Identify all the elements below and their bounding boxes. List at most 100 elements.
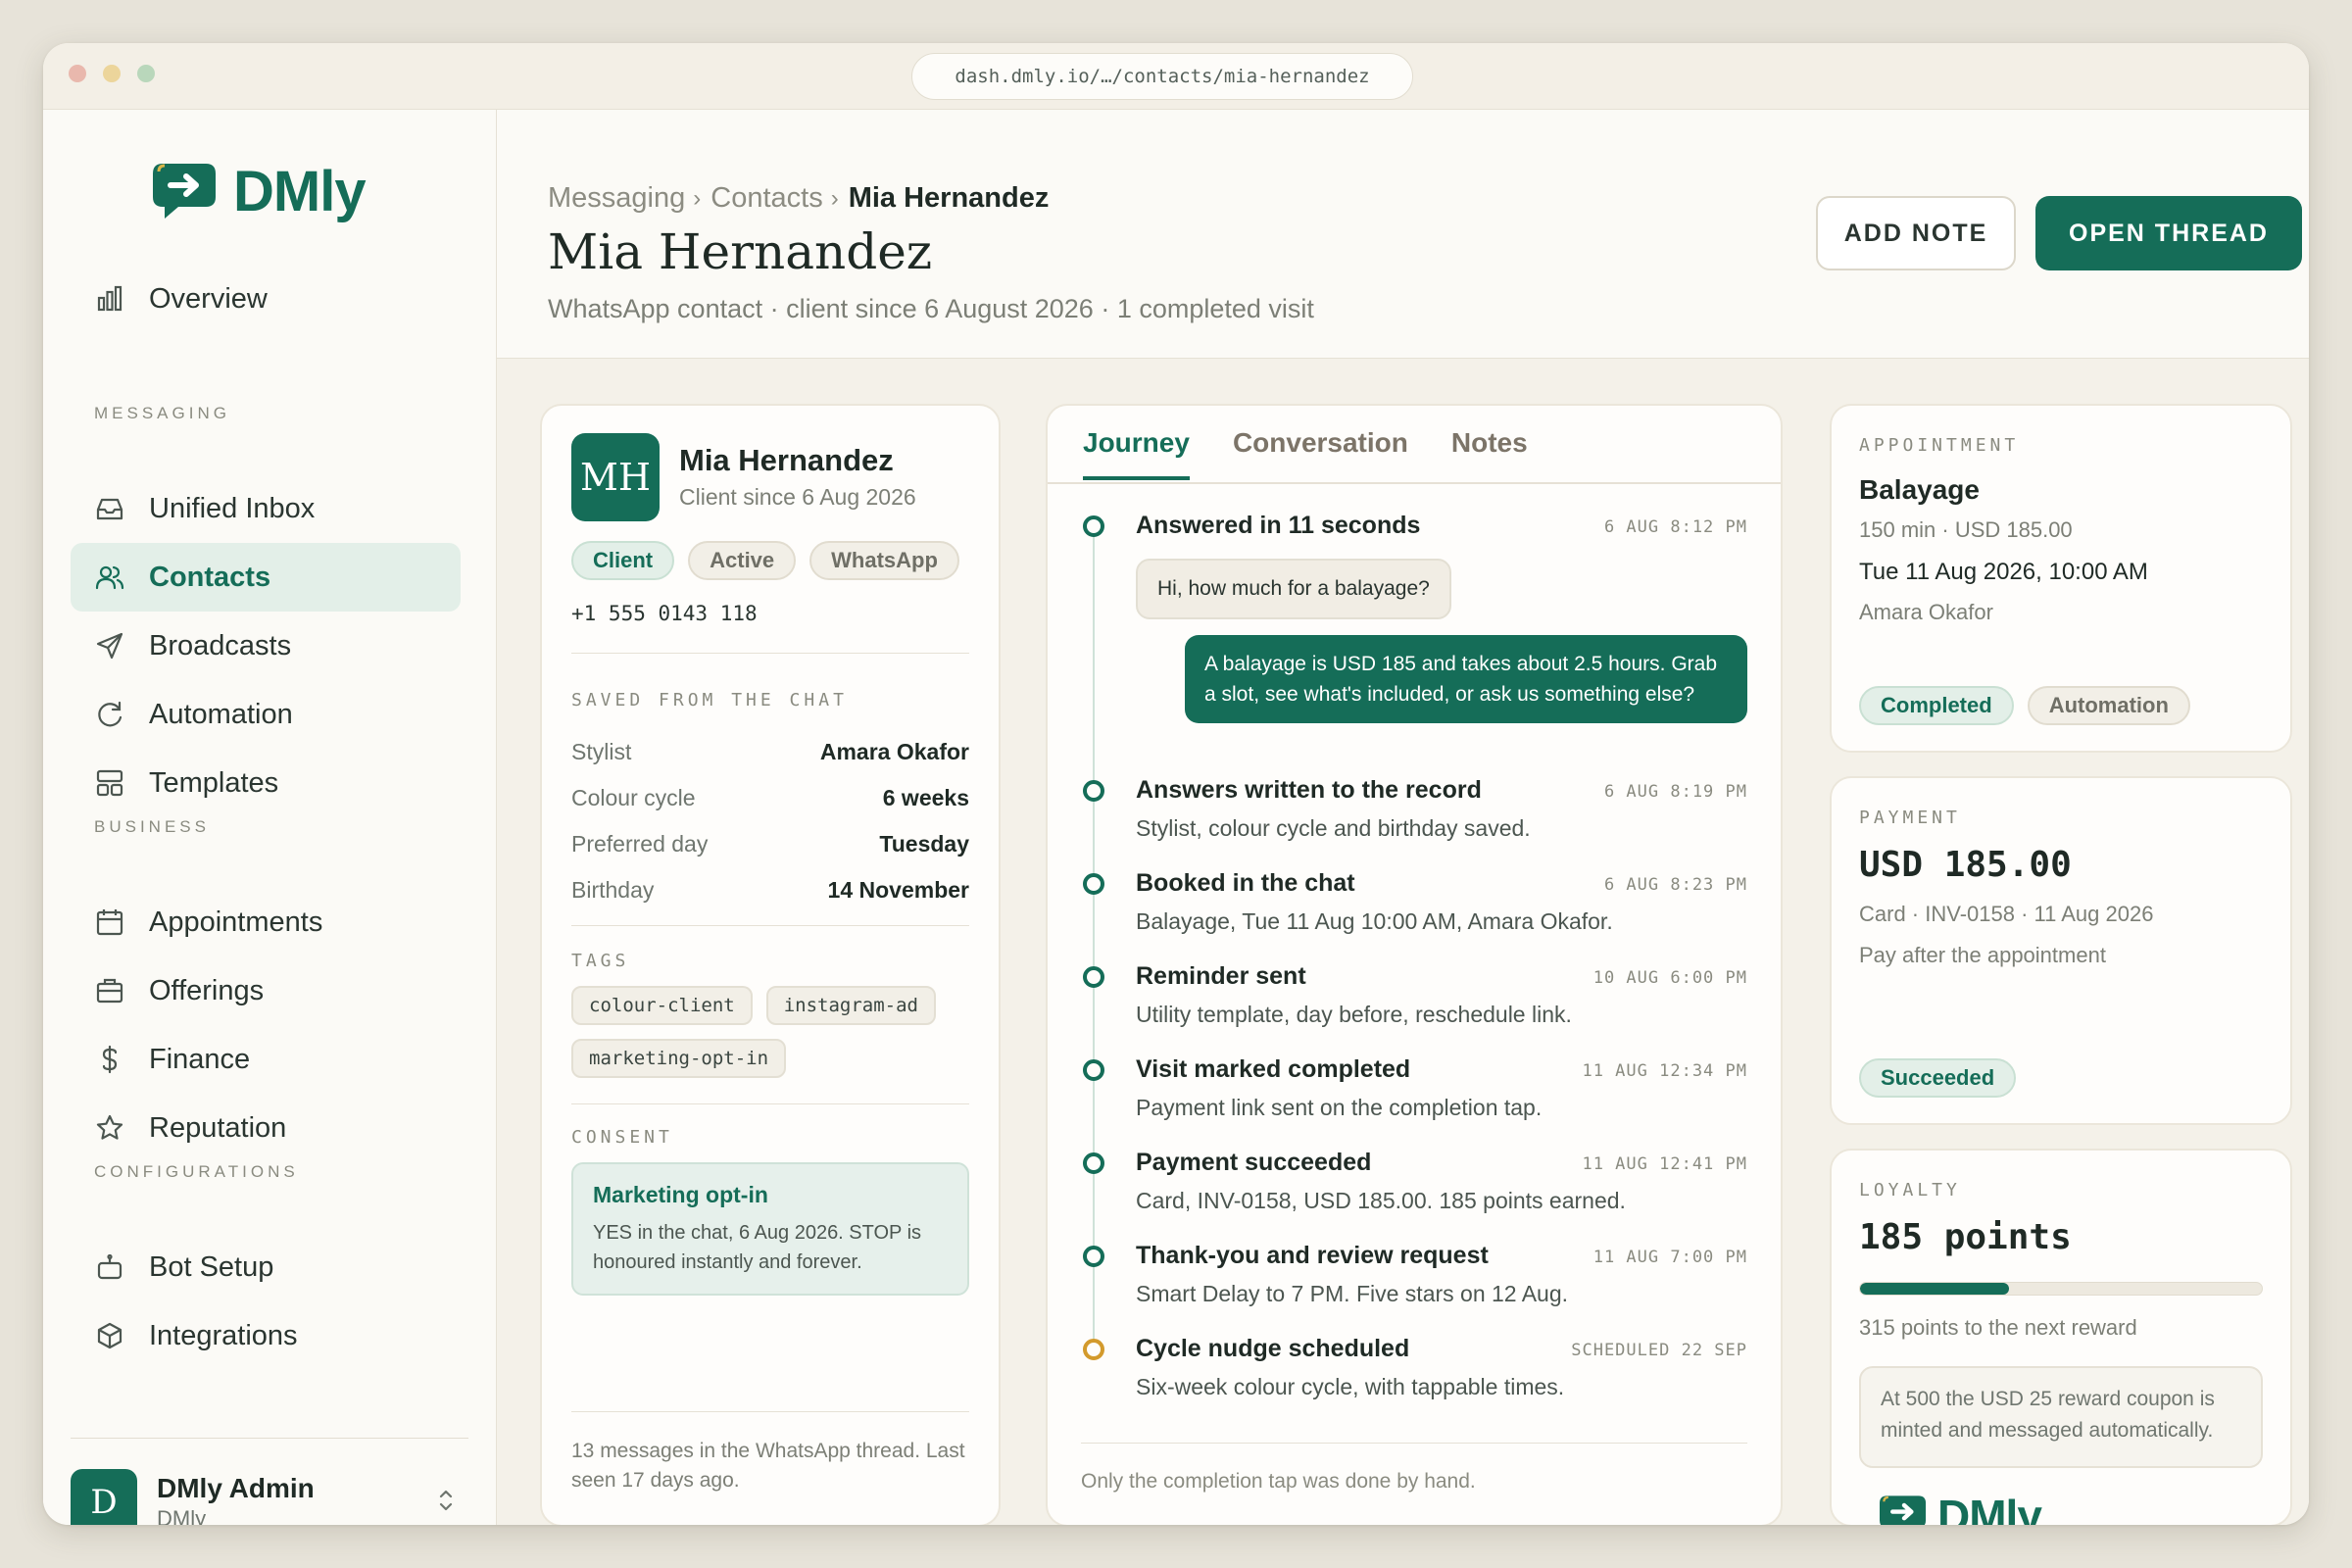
loyalty-progress-fill [1860, 1283, 2009, 1295]
field-key: Colour cycle [571, 785, 696, 810]
tag-chip[interactable]: marketing-opt-in [571, 1039, 787, 1078]
maximize-window-dot[interactable] [137, 65, 155, 82]
field-value: 14 November [827, 877, 969, 903]
timeline-dot [1083, 1059, 1104, 1081]
appointment-datetime: Tue 11 Aug 2026, 10:00 AM [1859, 559, 2148, 585]
tags-label: TAGS [571, 951, 630, 971]
divider [571, 1103, 969, 1104]
field-row: Birthday 14 November [571, 877, 969, 904]
journey-footer: Only the completion tap was done by hand… [1081, 1470, 1476, 1493]
add-note-button[interactable]: ADD NOTE [1816, 196, 2016, 270]
event-time: 11 AUG 12:34 PM [1582, 1061, 1747, 1081]
consent-box: Marketing opt-in YES in the chat, 6 Aug … [571, 1162, 969, 1296]
brand-logo[interactable]: DMly [149, 157, 367, 225]
event-time: 6 AUG 8:23 PM [1603, 875, 1747, 895]
loyalty-progress-bar [1859, 1282, 2263, 1296]
close-window-dot[interactable] [69, 65, 86, 82]
field-value: 6 weeks [882, 785, 969, 810]
status-badge-automation: Automation [2027, 686, 2190, 725]
chat-arrow-logo-icon [1880, 1495, 1927, 1525]
sidebar-item-label: Reputation [149, 1111, 287, 1144]
payment-amount: USD 185.00 [1859, 845, 2072, 885]
loyalty-next-reward: 315 points to the next reward [1859, 1315, 2137, 1340]
sidebar-item-unified-inbox[interactable]: Unified Inbox [71, 474, 461, 543]
tab-conversation[interactable]: Conversation [1233, 427, 1408, 480]
page-subtitle: WhatsApp contact · client since 6 August… [548, 294, 1314, 323]
loyalty-label: LOYALTY [1859, 1180, 1961, 1200]
event-title: Thank-you and review request [1136, 1242, 1489, 1269]
page-title: Mia Hernandez [548, 223, 933, 280]
contact-pills: Client Active WhatsApp [571, 541, 959, 580]
divider [571, 1411, 969, 1412]
divider [571, 653, 969, 654]
tab-notes[interactable]: Notes [1451, 427, 1528, 480]
outgoing-message-bubble: A balayage is USD 185 and takes about 2.… [1185, 635, 1747, 723]
sidebar-item-bot-setup[interactable]: Bot Setup [71, 1233, 461, 1301]
event-description: Balayage, Tue 11 Aug 10:00 AM, Amara Oka… [1136, 908, 1613, 934]
tag-list: colour-client instagram-ad marketing-opt… [571, 986, 969, 1078]
event-title: Cycle nudge scheduled [1136, 1335, 1410, 1362]
account-switcher[interactable]: D DMly Admin DMly [71, 1467, 468, 1525]
breadcrumb-current: Mia Hernandez [848, 182, 1050, 214]
event-title: Visit marked completed [1136, 1055, 1411, 1083]
star-icon [94, 1112, 125, 1144]
incoming-message-bubble: Hi, how much for a balayage? [1136, 559, 1451, 619]
payment-note: Pay after the appointment [1859, 943, 2106, 967]
sidebar-item-reputation[interactable]: Reputation [71, 1094, 461, 1162]
bot-icon [94, 1251, 125, 1283]
minimize-window-dot[interactable] [103, 65, 121, 82]
breadcrumb-contacts[interactable]: Contacts [710, 182, 822, 215]
sidebar-item-offerings[interactable]: Offerings [71, 956, 461, 1025]
payment-details: Card · INV-0158 · 11 Aug 2026 [1859, 902, 2154, 926]
event-time: 6 AUG 8:12 PM [1603, 517, 1747, 537]
sidebar-item-integrations[interactable]: Integrations [71, 1301, 461, 1370]
contact-footer: 13 messages in the WhatsApp thread. Last… [571, 1440, 965, 1492]
breadcrumb-separator: › [693, 184, 702, 212]
sidebar-item-label: Contacts [149, 561, 271, 593]
payment-pills: Succeeded [1859, 1058, 2017, 1098]
tab-journey[interactable]: Journey [1083, 427, 1190, 480]
sidebar-item-label: Bot Setup [149, 1250, 274, 1283]
field-key: Preferred day [571, 831, 709, 857]
loyalty-points: 185 points [1859, 1217, 2072, 1257]
open-thread-button[interactable]: OPEN THREAD [2035, 196, 2302, 270]
appointment-label: APPOINTMENT [1859, 435, 2020, 456]
breadcrumb-separator: › [830, 184, 839, 212]
section-label-business: BUSINESS [94, 817, 210, 836]
tag-chip[interactable]: instagram-ad [765, 986, 936, 1025]
briefcase-icon [94, 975, 125, 1006]
sidebar-item-label: Automation [149, 698, 293, 730]
brand-name: DMly [1937, 1491, 2042, 1525]
sidebar-item-contacts[interactable]: Contacts [71, 543, 461, 612]
appointment-pills: Completed Automation [1859, 686, 2190, 725]
divider [1081, 1443, 1747, 1444]
event-description: Payment link sent on the completion tap. [1136, 1095, 1543, 1120]
bar-chart-icon [94, 283, 125, 315]
event-title: Payment succeeded [1136, 1149, 1372, 1176]
event-title: Booked in the chat [1136, 869, 1355, 897]
users-icon [94, 562, 125, 593]
consent-body: YES in the chat, 6 Aug 2026. STOP is hon… [593, 1222, 922, 1273]
event-title: Reminder sent [1136, 962, 1306, 990]
contact-phone[interactable]: +1 555 0143 118 [571, 602, 758, 625]
sidebar-item-automation[interactable]: Automation [71, 680, 461, 749]
sidebar-item-appointments[interactable]: Appointments [71, 888, 461, 956]
url-bar[interactable]: dash.dmly.io/…/contacts/mia-hernandez [911, 53, 1413, 100]
status-badge-channel: WhatsApp [809, 541, 959, 580]
field-row: Stylist Amara Okafor [571, 739, 969, 765]
sidebar-item-broadcasts[interactable]: Broadcasts [71, 612, 461, 680]
sidebar-item-overview[interactable]: Overview [71, 265, 461, 333]
sidebar-item-label: Finance [149, 1043, 251, 1075]
sidebar-item-label: Offerings [149, 974, 265, 1006]
sidebar-item-finance[interactable]: Finance [71, 1025, 461, 1094]
tag-chip[interactable]: colour-client [571, 986, 753, 1025]
sidebar-item-templates[interactable]: Templates [71, 749, 461, 817]
page-header: Messaging › Contacts › Mia Hernandez Mia… [497, 110, 2309, 359]
event-description: Utility template, day before, reschedule… [1136, 1002, 1572, 1027]
timeline-dot [1083, 873, 1104, 895]
journey-card: Journey Conversation Notes Answered in 1… [1046, 404, 1783, 1525]
saved-fields-label: SAVED FROM THE CHAT [571, 690, 848, 710]
appointment-staff: Amara Okafor [1859, 600, 1993, 624]
consent-label: CONSENT [571, 1127, 673, 1148]
breadcrumb-messaging[interactable]: Messaging [548, 182, 685, 215]
